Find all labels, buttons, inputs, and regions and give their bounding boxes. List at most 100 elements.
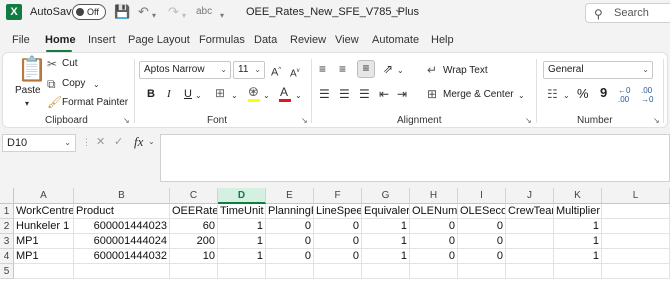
- redo-icon[interactable]: ↷: [168, 3, 179, 21]
- copy-icon[interactable]: ⧉: [47, 77, 56, 91]
- copy-button[interactable]: Copy: [62, 78, 85, 89]
- cell-d4[interactable]: 1: [218, 249, 266, 264]
- cell-i4[interactable]: 0: [458, 249, 506, 264]
- cell-l1[interactable]: [602, 204, 670, 219]
- align-center-icon[interactable]: ☰: [339, 87, 350, 101]
- cell-a4[interactable]: MP1: [14, 249, 74, 264]
- increase-indent-icon[interactable]: ⇥: [397, 87, 407, 101]
- formula-dropdown-icon[interactable]: ⌄: [148, 137, 155, 146]
- percent-style-button[interactable]: %: [577, 86, 589, 101]
- cell-d5[interactable]: [218, 264, 266, 279]
- increase-font-size-icon[interactable]: A^: [271, 63, 281, 80]
- decrease-decimal-icon[interactable]: .00 →0: [641, 86, 653, 104]
- cell-c4[interactable]: 10: [170, 249, 218, 264]
- tab-formulas[interactable]: Formulas: [199, 34, 245, 46]
- borders-icon[interactable]: ⊞: [215, 86, 225, 100]
- italic-button[interactable]: I: [167, 88, 171, 100]
- cell-f1[interactable]: LineSpeed: [314, 204, 362, 219]
- cell-e4[interactable]: 0: [266, 249, 314, 264]
- cell-l3[interactable]: [602, 234, 670, 249]
- bold-button[interactable]: B: [147, 88, 155, 100]
- format-painter-icon[interactable]: 🖌: [47, 95, 62, 109]
- fill-color-dropdown-icon[interactable]: ⌄: [263, 89, 270, 103]
- merge-center-icon[interactable]: ⊞: [427, 87, 437, 101]
- tab-automate[interactable]: Automate: [372, 34, 419, 46]
- undo-dropdown-icon[interactable]: ▾: [152, 7, 156, 25]
- cell-b5[interactable]: [74, 264, 170, 279]
- font-color-dropdown-icon[interactable]: ⌄: [295, 89, 302, 103]
- cell-g4[interactable]: 1: [362, 249, 410, 264]
- format-painter-button[interactable]: Format Painter: [62, 97, 128, 108]
- cell-h5[interactable]: [410, 264, 458, 279]
- cell-f5[interactable]: [314, 264, 362, 279]
- column-header-k[interactable]: K: [554, 188, 602, 204]
- merge-dropdown-icon[interactable]: ⌄: [518, 89, 525, 103]
- tab-file[interactable]: File: [12, 34, 30, 46]
- cell-g1[interactable]: Equivaler: [362, 204, 410, 219]
- align-middle-icon[interactable]: ≡: [339, 62, 346, 76]
- cell-g5[interactable]: [362, 264, 410, 279]
- column-header-a[interactable]: A: [14, 188, 74, 204]
- cell-h4[interactable]: 0: [410, 249, 458, 264]
- autosave-toggle[interactable]: Off: [72, 4, 106, 20]
- cell-h3[interactable]: 0: [410, 234, 458, 249]
- borders-dropdown-icon[interactable]: ⌄: [231, 89, 238, 103]
- cell-l2[interactable]: [602, 219, 670, 234]
- cell-c5[interactable]: [170, 264, 218, 279]
- tab-view[interactable]: View: [335, 34, 359, 46]
- row-header-4[interactable]: 4: [0, 249, 14, 264]
- increase-decimal-icon[interactable]: ←0.00: [618, 86, 630, 104]
- column-header-f[interactable]: F: [314, 188, 362, 204]
- name-box[interactable]: D10 ⌄: [2, 134, 76, 152]
- accounting-dropdown-icon[interactable]: ⌄: [563, 89, 570, 103]
- column-header-l[interactable]: L: [602, 188, 670, 204]
- cell-d1[interactable]: TimeUnit: [218, 204, 266, 219]
- column-header-e[interactable]: E: [266, 188, 314, 204]
- undo-icon[interactable]: ↶: [138, 3, 149, 21]
- filename-chevron-icon[interactable]: ⌄: [394, 4, 402, 15]
- enter-icon[interactable]: ✓: [114, 135, 123, 148]
- save-icon[interactable]: 💾: [114, 3, 130, 21]
- cell-h2[interactable]: 0: [410, 219, 458, 234]
- cell-j2[interactable]: [506, 219, 554, 234]
- tab-home[interactable]: Home: [45, 34, 76, 46]
- underline-button[interactable]: U: [184, 88, 192, 100]
- column-header-i[interactable]: I: [458, 188, 506, 204]
- orientation-icon[interactable]: ⇗: [383, 62, 393, 76]
- cell-l5[interactable]: [602, 264, 670, 279]
- tab-insert[interactable]: Insert: [88, 34, 116, 46]
- cell-l4[interactable]: [602, 249, 670, 264]
- accounting-format-icon[interactable]: ☷: [547, 87, 558, 101]
- redo-dropdown-icon[interactable]: ▾: [182, 7, 186, 25]
- decrease-font-size-icon[interactable]: Av: [290, 64, 300, 81]
- search-input[interactable]: ⚲ Search: [585, 3, 670, 23]
- tab-page-layout[interactable]: Page Layout: [128, 34, 190, 46]
- cell-c2[interactable]: 60: [170, 219, 218, 234]
- cell-b3[interactable]: 600001444024: [74, 234, 170, 249]
- cell-h1[interactable]: OLENumF: [410, 204, 458, 219]
- cell-f4[interactable]: 0: [314, 249, 362, 264]
- wrap-text-button[interactable]: Wrap Text: [443, 65, 488, 76]
- cell-f2[interactable]: 0: [314, 219, 362, 234]
- tab-review[interactable]: Review: [290, 34, 326, 46]
- cell-k1[interactable]: Multiplier: [554, 204, 602, 219]
- cell-c3[interactable]: 200: [170, 234, 218, 249]
- fill-color-icon[interactable]: ♼: [248, 85, 259, 99]
- cell-e5[interactable]: [266, 264, 314, 279]
- number-format-select[interactable]: General ⌄: [543, 61, 653, 79]
- cell-i3[interactable]: 0: [458, 234, 506, 249]
- cell-c1[interactable]: OEERate: [170, 204, 218, 219]
- cell-d3[interactable]: 1: [218, 234, 266, 249]
- cell-k4[interactable]: 1: [554, 249, 602, 264]
- cell-a3[interactable]: MP1: [14, 234, 74, 249]
- column-header-j[interactable]: J: [506, 188, 554, 204]
- row-header-1[interactable]: 1: [0, 204, 14, 219]
- formula-input[interactable]: [160, 134, 670, 182]
- comma-style-button[interactable]: 9: [600, 85, 607, 100]
- cell-i1[interactable]: OLESecor: [458, 204, 506, 219]
- cell-j4[interactable]: [506, 249, 554, 264]
- column-header-h[interactable]: H: [410, 188, 458, 204]
- underline-dropdown-icon[interactable]: ⌄: [195, 89, 202, 103]
- font-launcher-icon[interactable]: ↘: [301, 116, 308, 125]
- cell-i5[interactable]: [458, 264, 506, 279]
